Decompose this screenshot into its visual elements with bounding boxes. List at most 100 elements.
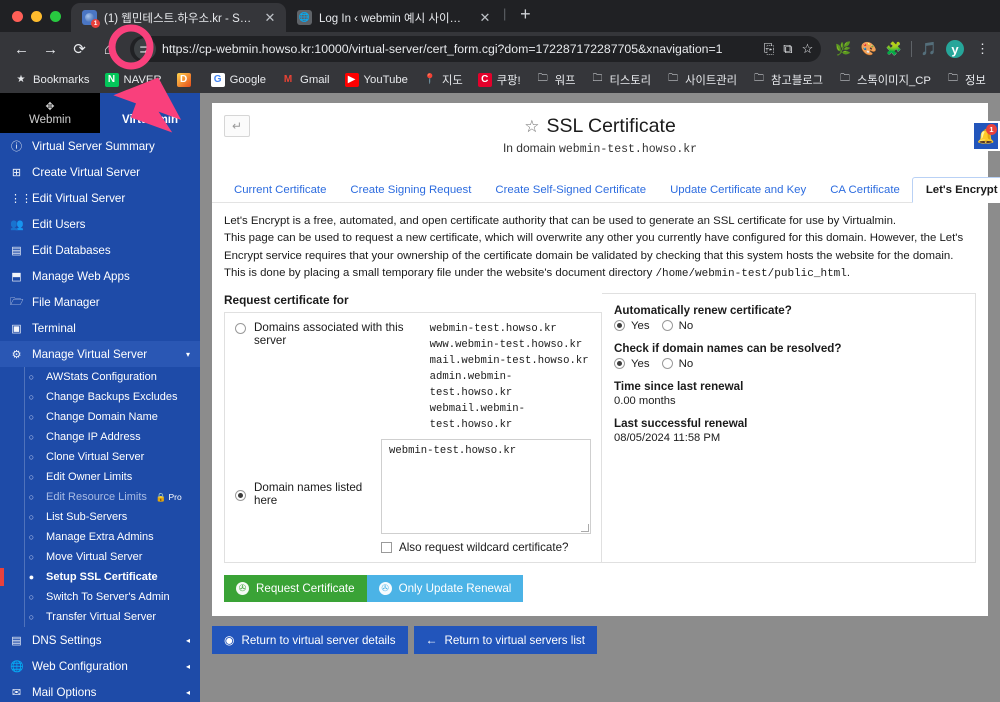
bookmark-naver[interactable]: N NAVER [99,70,168,90]
folder-icon: 🗀 [668,73,679,84]
new-tab-button[interactable]: + [512,4,538,25]
notifications-button[interactable]: 🔔 1 [972,121,1000,151]
sidebar-subitem-change-backups-excludes[interactable]: ○ Change Backups Excludes [0,387,200,407]
extension-puzzle-icon[interactable]: 🧩 [886,41,902,57]
bookmark-folder-keyword[interactable]: 🗀 키워드관련 [995,69,1000,91]
bookmark-folder-sitemgmt[interactable]: 🗀 사이트관리 [660,69,743,91]
brand-virtualmin[interactable]: ⌄ Virtualmin [100,93,200,133]
sidebar-item-file-manager[interactable]: 🗁 File Manager [0,289,200,315]
radio-domains-listed[interactable] [235,489,246,501]
translate-icon[interactable]: ⧉ [783,41,792,57]
tab-create-signing-request[interactable]: Create Signing Request [338,178,483,202]
radio-auto-renew-yes[interactable] [614,320,625,332]
return-to-virtual-server-details-button[interactable]: ◉ Return to virtual server details [212,626,408,655]
sidebar-item-manage-web-apps[interactable]: ⬒ Manage Web Apps [0,263,200,289]
auto-renew-radio-group[interactable]: Yes No [614,320,963,332]
tab-current-certificate[interactable]: Current Certificate [222,178,338,202]
browser-menu-icon[interactable]: ⋮ [973,41,992,57]
close-tab-button[interactable]: ✕ [262,10,278,26]
bookmark-folder-info[interactable]: 🗀 정보 [940,69,992,91]
footer-buttons: ◉ Return to virtual server details ← Ret… [200,616,1000,664]
sidebar-subitem-awstats-configuration[interactable]: ○ AWStats Configuration [0,367,200,387]
avatar[interactable]: y [946,40,964,58]
radio-resolve-yes[interactable] [614,358,625,370]
sidebar-subitem-switch-to-servers-admin[interactable]: ○ Switch To Server's Admin [0,587,200,607]
reload-button[interactable]: ⟳ [66,36,93,63]
sidebar-subitem-move-virtual-server[interactable]: ○ Move Virtual Server [0,547,200,567]
sidebar-item-mail-options[interactable]: ✉ Mail Options ◂ [0,679,200,702]
sidebar-subitem-setup-ssl-certificate[interactable]: ● Setup SSL Certificate [0,567,200,587]
address-bar[interactable]: https://cp-webmin.howso.kr:10000/virtual… [130,36,822,62]
forward-button[interactable]: → [37,36,64,63]
sidebar-subitem-edit-owner-limits[interactable]: ○ Edit Owner Limits [0,467,200,487]
resolve-check-radio-group[interactable]: Yes No [614,358,963,370]
site-settings-icon[interactable] [134,38,156,60]
sidebar-subitem-edit-resource-limits[interactable]: ○ Edit Resource Limits 🔒 Pro [0,487,200,507]
radio-auto-renew-no[interactable] [661,320,673,332]
bookmark-folder-refblog[interactable]: 🗀 참고블로그 [746,69,829,91]
bookmark-google[interactable]: G Google [205,70,272,90]
sidebar-item-web-configuration[interactable]: 🌐 Web Configuration ◂ [0,653,200,679]
window-controls[interactable] [8,0,71,32]
radio-resolve-no[interactable] [661,358,673,370]
install-icon[interactable]: ⎘ [764,41,774,57]
bookmark-star-icon[interactable]: ☆ [802,41,814,57]
bullet-icon: ○ [28,612,35,622]
bookmark-bookmarks[interactable]: ★ Bookmarks [8,70,96,90]
sidebar-subitem-transfer-virtual-server[interactable]: ○ Transfer Virtual Server [0,607,200,627]
extension-music-icon[interactable]: 🎵 [921,41,937,57]
return-to-virtual-servers-list-button[interactable]: ← Return to virtual servers list [413,626,597,655]
sidebar-subitem-manage-extra-admins[interactable]: ○ Manage Extra Admins [0,527,200,547]
extension-colorful-icon[interactable]: 🎨 [860,41,876,57]
minimize-window-button[interactable] [31,10,42,22]
google-icon: G [210,72,225,87]
close-tab-button[interactable]: ✕ [477,10,493,26]
radio-domains-associated[interactable] [235,322,246,334]
bookmark-youtube[interactable]: ▶ YouTube [339,70,414,90]
checkbox-wildcard[interactable] [381,542,392,554]
tab-lets-encrypt[interactable]: Let's Encrypt [911,177,1000,203]
bookmark-d[interactable]: D [171,70,202,90]
browser-tab-2[interactable]: 🌐 Log In ‹ webmin 예시 사이트 — ✕ [286,3,501,32]
sidebar-subitem-clone-virtual-server[interactable]: ○ Clone Virtual Server [0,447,200,467]
sidebar-item-edit-users[interactable]: 👥 Edit Users [0,211,200,237]
folder-icon: 🗁 [10,295,24,308]
maximize-window-button[interactable] [50,10,61,22]
home-button[interactable]: ⌂ [95,36,122,63]
sidebar-subitem-change-domain-name[interactable]: ○ Change Domain Name [0,407,200,427]
bookmark-coupang[interactable]: C 쿠팡! [472,69,527,91]
back-button[interactable]: ↵ [224,115,250,137]
favorite-star-icon[interactable]: ☆ [524,117,539,137]
wildcard-row[interactable]: Also request wildcard certificate? [381,541,591,554]
sidebar-item-edit-virtual-server[interactable]: ⋮⋮ Edit Virtual Server [0,185,200,211]
option-domains-listed[interactable]: Domain names listed here webmin-test.how… [235,439,591,554]
extension-plant-icon[interactable]: 🌿 [835,41,851,57]
sidebar-item-create-virtual-server[interactable]: ⊞ Create Virtual Server [0,159,200,185]
tab-ca-certificate[interactable]: CA Certificate [818,178,912,202]
close-window-button[interactable] [12,10,23,22]
back-button[interactable]: ← [8,36,35,63]
bookmark-folder-warp[interactable]: 🗀 워프 [530,69,582,91]
bookmark-folder-stock[interactable]: 🗀 스톡이미지_CP [832,69,937,91]
tab-create-self-signed-certificate[interactable]: Create Self-Signed Certificate [483,178,658,202]
sidebar-item-terminal[interactable]: ▣ Terminal [0,315,200,341]
sidebar-item-edit-databases[interactable]: ▤ Edit Databases [0,237,200,263]
option-domains-associated[interactable]: Domains associated with this server webm… [235,321,591,434]
ssl-certificate-card: ↵ ☆ SSL Certificate In domain webmin-tes… [212,103,1000,617]
sidebar-subitem-label: Edit Resource Limits [46,491,147,503]
sidebar-subitem-list-sub-servers[interactable]: ○ List Sub-Servers [0,507,200,527]
sidebar-item-dns-settings[interactable]: ▤ DNS Settings ◂ [0,627,200,653]
tab-update-certificate-and-key[interactable]: Update Certificate and Key [658,178,818,202]
bookmark-gmail[interactable]: M Gmail [275,70,336,90]
sidebar-section-manage-virtual-server[interactable]: ⚙ Manage Virtual Server ▾ [0,341,200,367]
bookmark-maps[interactable]: 📍 지도 [417,69,469,91]
domain-names-textarea[interactable]: webmin-test.howso.kr [381,439,591,535]
only-update-renewal-button[interactable]: ✇ Only Update Renewal [366,575,524,603]
request-certificate-button[interactable]: ✇ Request Certificate [224,575,367,603]
sidebar-subitem-label: Clone Virtual Server [46,451,145,463]
bookmark-folder-tistory[interactable]: 🗀 티스토리 [584,69,657,91]
sidebar-item-virtual-server-summary[interactable]: ⓘ Virtual Server Summary [0,133,200,159]
sidebar-subitem-change-ip-address[interactable]: ○ Change IP Address [0,427,200,447]
brand-webmin[interactable]: ✥ Webmin [0,93,100,133]
browser-tab-1[interactable]: 1 (1) 웹민테스트.하우소.kr - SSL C ✕ [71,3,286,32]
